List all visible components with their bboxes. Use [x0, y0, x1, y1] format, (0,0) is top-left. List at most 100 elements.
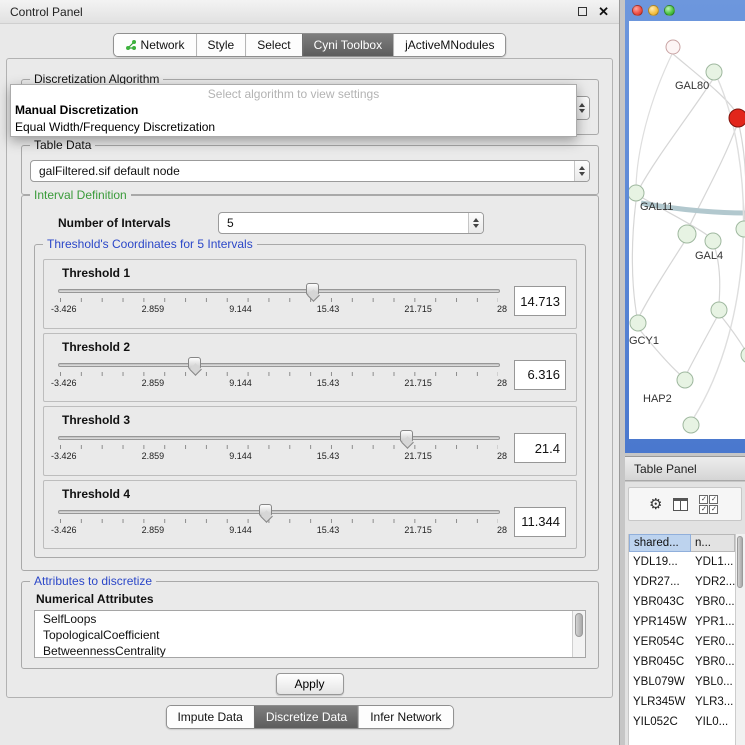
network-window-titlebar[interactable] [625, 0, 745, 21]
list-item-selfloops[interactable]: SelfLoops [35, 611, 585, 627]
tab-infer-network[interactable]: Infer Network [358, 706, 452, 728]
algorithm-option-equal-width-frequency[interactable]: Equal Width/Frequency Discretization [11, 119, 576, 136]
table-row[interactable]: YDL19...YDL1... [629, 552, 735, 572]
network-node[interactable] [629, 185, 644, 201]
minimize-button[interactable] [648, 5, 659, 16]
slider-thumb[interactable] [306, 283, 319, 295]
algorithm-option-manual-discretization[interactable]: Manual Discretization [11, 102, 576, 119]
threshold-slider[interactable]: -3.4262.8599.14415.4321.71528 [58, 503, 500, 541]
stepper-up-icon [579, 166, 585, 170]
apply-button[interactable]: Apply [275, 673, 343, 695]
table-panel-toolbar: ⚙ ✓ ✓ ✓ ✓ [628, 487, 742, 521]
threshold-panel-4: Threshold 4 -3.4262.8599.14415.4321.7152… [43, 480, 577, 550]
tab-impute-data[interactable]: Impute Data [166, 706, 253, 728]
table-row[interactable]: YER054CYER0... [629, 632, 735, 652]
attributes-group: Attributes to discretize Numerical Attri… [21, 581, 599, 669]
list-item-topologicalcoefficient[interactable]: TopologicalCoefficient [35, 627, 585, 643]
network-node[interactable] [736, 221, 745, 237]
tab-discretize-data[interactable]: Discretize Data [254, 706, 358, 728]
control-panel-titlebar[interactable]: Control Panel ✕ [0, 0, 619, 24]
scrollbar-thumb[interactable] [575, 613, 583, 637]
columns-icon[interactable] [673, 498, 688, 511]
network-edge[interactable] [639, 79, 713, 189]
threshold-value-field[interactable]: 11.344 [514, 507, 566, 537]
slider-thumb[interactable] [188, 357, 201, 369]
network-node[interactable] [666, 40, 680, 54]
network-canvas[interactable]: GAL80GAL11GAL4GCY1HAP2 [629, 21, 745, 439]
tab-cyni-toolbox[interactable]: Cyni Toolbox [302, 34, 393, 56]
network-node[interactable] [683, 417, 699, 433]
stepper-down-icon [579, 109, 585, 113]
float-window-icon[interactable] [578, 7, 587, 16]
slider-thumb[interactable] [259, 504, 272, 516]
table-row[interactable]: YBL079WYBL0... [629, 672, 735, 692]
threshold-slider[interactable]: -3.4262.8599.14415.4321.71528 [58, 282, 500, 320]
attributes-list[interactable]: SelfLoops TopologicalCoefficient Between… [34, 610, 586, 658]
cell: YBL079W [629, 676, 691, 688]
stepper-up-icon [579, 103, 585, 107]
network-node[interactable] [678, 225, 696, 243]
combobox-stepper[interactable] [574, 161, 589, 181]
table-data-combobox[interactable]: galFiltered.sif default node [30, 160, 590, 182]
network-node[interactable] [630, 315, 646, 331]
slider-scale-tick-label: 15.43 [317, 525, 340, 535]
checkbox-icon: ✓ [699, 505, 708, 514]
table-row[interactable]: YBR045CYBR0... [629, 652, 735, 672]
column-header-name[interactable]: n... [691, 534, 735, 552]
zoom-button[interactable] [664, 5, 675, 16]
threshold-value-field[interactable]: 6.316 [514, 360, 566, 390]
cell: YER0... [691, 636, 735, 648]
network-edge[interactable] [632, 201, 637, 317]
threshold-value-field[interactable]: 14.713 [514, 286, 566, 316]
threshold-value-field[interactable]: 21.4 [514, 433, 566, 463]
slider-track[interactable] [58, 510, 500, 514]
table-panel-header[interactable]: Table Panel [625, 456, 745, 481]
close-button[interactable] [632, 5, 643, 16]
select-columns-icon[interactable]: ✓ ✓ ✓ ✓ [699, 495, 718, 514]
combobox-stepper[interactable] [468, 213, 483, 233]
cell: YDR2... [691, 576, 735, 588]
network-edge[interactable] [636, 52, 673, 187]
network-edge[interactable] [739, 125, 745, 222]
network-node[interactable] [706, 64, 722, 80]
number-of-intervals-combobox[interactable]: 5 [218, 212, 484, 234]
table-scrollbar[interactable] [735, 534, 745, 745]
slider-track[interactable] [58, 436, 500, 440]
threshold-slider[interactable]: -3.4262.8599.14415.4321.71528 [58, 356, 500, 394]
network-node-label: GCY1 [629, 335, 659, 347]
cell: YDL19... [629, 556, 691, 568]
number-of-intervals-value: 5 [219, 213, 468, 233]
network-edge[interactable] [687, 317, 717, 373]
network-node[interactable] [729, 109, 745, 127]
tab-jactivemnodules[interactable]: jActiveMNodules [393, 34, 505, 56]
tab-network[interactable]: Network [114, 34, 196, 56]
threshold-slider[interactable]: -3.4262.8599.14415.4321.71528 [58, 429, 500, 467]
slider-scale-tick-label: 9.144 [229, 451, 252, 461]
threshold-panel-2: Threshold 2 -3.4262.8599.14415.4321.7152… [43, 333, 577, 403]
table-row[interactable]: YPR145WYPR1... [629, 612, 735, 632]
slider-track[interactable] [58, 289, 500, 293]
table-row[interactable]: YBR043CYBR0... [629, 592, 735, 612]
control-panel-window: Control Panel ✕ Network Style Select Cyn… [0, 0, 620, 745]
table-row[interactable]: YLR345WYLR3... [629, 692, 735, 712]
network-node[interactable] [705, 233, 721, 249]
network-node[interactable] [741, 347, 745, 363]
table-row[interactable]: YDR27...YDR2... [629, 572, 735, 592]
attributes-list-scrollbar[interactable] [572, 611, 585, 657]
slider-thumb[interactable] [400, 430, 413, 442]
cell: YDR27... [629, 576, 691, 588]
network-edge[interactable] [639, 241, 685, 317]
table-row[interactable]: YIL052CYIL0... [629, 712, 735, 732]
scrollbar-thumb[interactable] [737, 536, 743, 588]
list-item-betweennesscentrality[interactable]: BetweennessCentrality [35, 643, 585, 658]
tab-style[interactable]: Style [196, 34, 246, 56]
network-node[interactable] [677, 372, 693, 388]
gear-icon[interactable]: ⚙ [649, 495, 662, 513]
tab-select[interactable]: Select [245, 34, 301, 56]
slider-track[interactable] [58, 363, 500, 367]
cyni-toolbox-panel: Discretization Algorithm Select algorith… [6, 58, 613, 698]
close-icon[interactable]: ✕ [598, 5, 609, 18]
threshold-label: Threshold 2 [44, 334, 576, 354]
network-node[interactable] [711, 302, 727, 318]
column-header-shared-name[interactable]: shared... [629, 534, 691, 552]
